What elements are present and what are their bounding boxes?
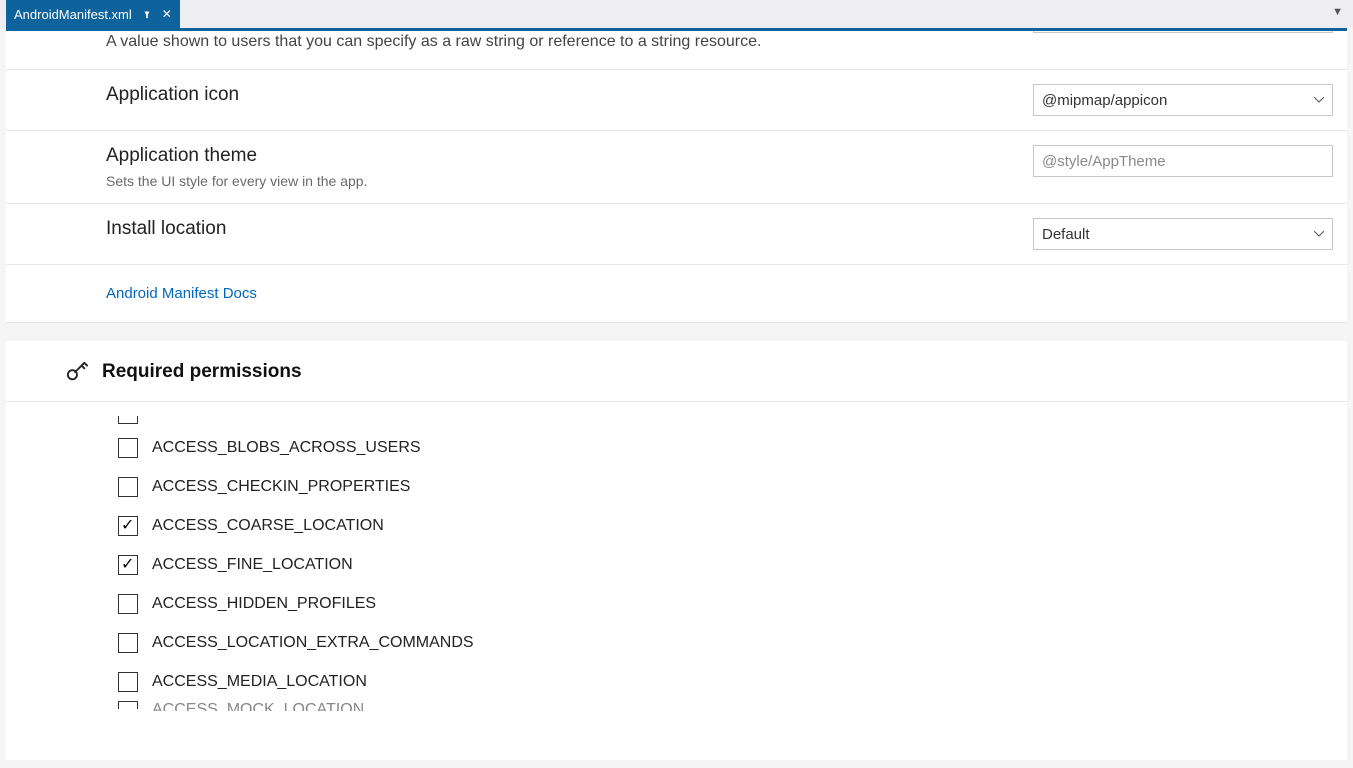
permission-checkbox[interactable]	[118, 438, 138, 458]
manifest-editor: A value shown to users that you can spec…	[6, 28, 1347, 760]
permission-label: ACCESS_CHECKIN_PROPERTIES	[152, 478, 410, 496]
close-icon[interactable]: ✕	[162, 9, 172, 19]
permission-checkbox[interactable]	[118, 477, 138, 497]
permission-checkbox[interactable]	[118, 516, 138, 536]
permission-row: ACCESS_LOCATION_EXTRA_COMMANDS	[118, 623, 1347, 662]
label-install-location: Install location	[106, 218, 1033, 240]
permission-row: ACCESS_CHECKIN_PROPERTIES	[118, 467, 1347, 506]
permission-row: ACCESS_COARSE_LOCATION	[118, 506, 1347, 545]
section-header-permissions: Required permissions	[6, 341, 1347, 402]
permission-label: ACCESS_COARSE_LOCATION	[152, 517, 384, 535]
tab-androidmanifest[interactable]: AndroidManifest.xml ✕	[6, 0, 180, 28]
permission-label: ACCESS_BLOBS_ACROSS_USERS	[152, 439, 421, 457]
tab-title: AndroidManifest.xml	[14, 7, 132, 22]
row-docs-link: Android Manifest Docs	[6, 265, 1347, 323]
permissions-list[interactable]: ACCESS_BLOBS_ACROSS_USERS ACCESS_CHECKIN_…	[6, 402, 1347, 712]
permission-checkbox[interactable]	[118, 594, 138, 614]
label-application-theme: Application theme	[106, 145, 1033, 167]
permission-row: ACCESS_HIDDEN_PROFILES	[118, 584, 1347, 623]
permission-label: ACCESS_FINE_LOCATION	[152, 556, 353, 574]
select-install-location[interactable]: Default	[1033, 218, 1333, 250]
section-gap	[6, 323, 1347, 341]
row-application-icon: Application icon @mipmap/appicon	[6, 70, 1347, 131]
label-application-icon: Application icon	[106, 84, 1033, 106]
permissions-title: Required permissions	[102, 361, 302, 383]
key-icon	[66, 361, 88, 383]
hint-application-theme: Sets the UI style for every view in the …	[106, 173, 1033, 189]
row-application-theme: Application theme Sets the UI style for …	[6, 131, 1347, 204]
permission-checkbox-cut	[118, 416, 138, 424]
input-application-theme[interactable]	[1033, 145, 1333, 177]
permission-row: ACCESS_FINE_LOCATION	[118, 545, 1347, 584]
permission-label: ACCESS_HIDDEN_PROFILES	[152, 595, 376, 613]
permission-label: ACCESS_LOCATION_EXTRA_COMMANDS	[152, 634, 474, 652]
permission-label-cut: ACCESS_MOCK_LOCATION	[152, 701, 364, 711]
permission-row: ACCESS_BLOBS_ACROSS_USERS	[118, 428, 1347, 467]
document-tabbar: AndroidManifest.xml ✕ ▼	[0, 0, 1353, 28]
permission-checkbox[interactable]	[118, 672, 138, 692]
tabbar-overflow-icon[interactable]: ▼	[1332, 6, 1343, 18]
permission-label: ACCESS_MEDIA_LOCATION	[152, 673, 367, 691]
permission-checkbox[interactable]	[118, 555, 138, 575]
select-application-icon[interactable]: @mipmap/appicon	[1033, 84, 1333, 116]
previous-field-hint: A value shown to users that you can spec…	[6, 33, 1033, 51]
link-android-manifest-docs[interactable]: Android Manifest Docs	[106, 285, 257, 302]
permission-row-cut-top	[118, 412, 1347, 424]
pin-icon[interactable]	[142, 9, 152, 19]
permission-row: ACCESS_MEDIA_LOCATION	[118, 662, 1347, 701]
permission-row-cut-bottom: ACCESS_MOCK_LOCATION	[118, 701, 1347, 711]
permission-checkbox-cut	[118, 701, 138, 709]
row-install-location: Install location Default	[6, 204, 1347, 265]
previous-field-input-cut	[1033, 31, 1333, 33]
permission-checkbox[interactable]	[118, 633, 138, 653]
